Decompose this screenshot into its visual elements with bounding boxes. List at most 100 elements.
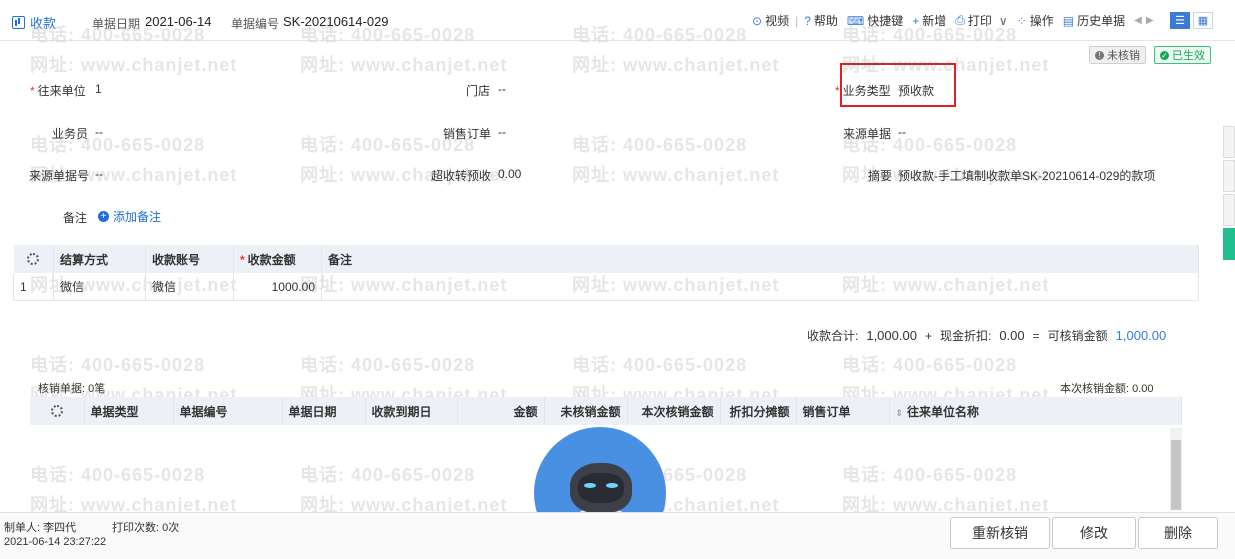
col-header[interactable]: ⇕ 往来单位名称	[889, 397, 1182, 425]
side-tab[interactable]	[1223, 126, 1235, 158]
operate-button[interactable]: ⁘ 操作	[1017, 12, 1054, 29]
add-note-button[interactable]: + 添加备注	[98, 208, 161, 225]
cell-method[interactable]: 微信	[53, 273, 146, 301]
created-timestamp: 2021-06-14 23:27:22	[4, 536, 107, 548]
watermark: 网址: www.chanjet.net	[572, 55, 780, 75]
note-label: 备注	[63, 211, 88, 225]
play-icon: ⊙	[752, 13, 763, 28]
partner-label: * 往来单位	[30, 84, 86, 98]
history-label: 历史单据	[1077, 14, 1126, 28]
operate-label: 操作	[1029, 14, 1054, 28]
chart-icon	[12, 15, 25, 29]
column-settings[interactable]	[13, 245, 54, 273]
history-button[interactable]: ▤ 历史单据	[1063, 12, 1125, 29]
col-header: 本次核销金额	[627, 397, 721, 425]
print-count: 打印次数: 0次	[112, 522, 180, 534]
col-header: 销售订单	[796, 397, 890, 425]
source-no-value[interactable]: --	[95, 167, 103, 181]
watermark: 网址: www.chanjet.net	[30, 55, 238, 75]
keyboard-icon: ⌨	[846, 13, 865, 28]
plus-circle-icon: +	[98, 211, 109, 222]
number-value: SK-20210614-029	[283, 14, 389, 29]
cell-amount[interactable]: 1000.00	[233, 273, 322, 301]
watermark: 电话: 400-665-0028	[300, 465, 476, 485]
top-bar: 收款 单据日期 2021-06-14 单据编号 SK-20210614-029 …	[0, 0, 1235, 41]
watermark: 电话: 400-665-0028	[30, 465, 206, 485]
watermark: 电话: 400-665-0028	[300, 355, 476, 375]
table-row[interactable]: 1 微信 微信 1000.00	[13, 273, 1199, 301]
check-icon: ✓	[1160, 50, 1169, 60]
col-header: 单据日期	[282, 397, 366, 425]
col-header: 结算方式	[53, 245, 146, 273]
source-no-label: 来源单据号	[29, 169, 90, 183]
col-header: 单据类型	[84, 397, 174, 425]
store-value[interactable]: --	[498, 82, 506, 96]
watermark: 电话: 400-665-0028	[842, 465, 1018, 485]
partner-value[interactable]: 1	[95, 82, 102, 96]
summary-value[interactable]: 预收款-手工填制收款单SK-20210614-029的款项	[898, 167, 1155, 184]
col-header: 折扣分摊额	[720, 397, 797, 425]
status-unverified-label: 未核销	[1107, 50, 1140, 62]
verifiable-value: 1,000.00	[1115, 328, 1167, 343]
tab-receipt[interactable]: 收款	[12, 10, 56, 34]
plus-icon: +	[912, 13, 920, 28]
next-arrow-icon[interactable]: ▶	[1146, 15, 1154, 26]
add-button[interactable]: + 新增	[912, 12, 946, 29]
col-header: 收款到期日	[365, 397, 458, 425]
biztype-value[interactable]: 预收款	[898, 82, 934, 99]
verify-this-amount: 本次核销金额: 0.00	[1060, 383, 1154, 395]
col-header: 单据编号	[173, 397, 283, 425]
card-view-icon[interactable]: ▦	[1193, 12, 1213, 29]
watermark: 电话: 400-665-0028	[30, 355, 206, 375]
maker-info: 制单人: 李四代	[4, 522, 77, 534]
overpay-value[interactable]: 0.00	[498, 167, 521, 181]
date-value: 2021-06-14	[145, 14, 212, 29]
print-button[interactable]: ⎙ 打印 ∨	[955, 12, 1007, 29]
grid-icon: ⁘	[1016, 13, 1027, 28]
help-button[interactable]: ? 帮助	[804, 12, 838, 29]
col-header: * 收款金额	[233, 245, 322, 273]
watermark: 电话: 400-665-0028	[572, 135, 748, 155]
verify-count: 核销单据: 0笔	[38, 383, 106, 395]
col-header: 未核销金额	[544, 397, 628, 425]
store-label: 门店	[466, 84, 491, 98]
salesman-label: 业务员	[52, 127, 89, 141]
scrollbar-thumb[interactable]	[1171, 440, 1181, 510]
video-button[interactable]: ⊙ 视频	[752, 12, 789, 29]
side-tab-active[interactable]	[1223, 228, 1235, 260]
source-doc-value[interactable]: --	[898, 125, 906, 139]
side-tab[interactable]	[1223, 160, 1235, 192]
col-header: 金额	[457, 397, 545, 425]
prev-arrow-icon[interactable]: ◀	[1134, 15, 1142, 26]
shortcut-label: 快捷键	[867, 14, 904, 28]
printer-icon: ⎙	[955, 13, 965, 27]
col-header: 收款账号	[145, 245, 234, 273]
shortcut-button[interactable]: ⌨ 快捷键	[847, 12, 903, 29]
sales-order-label: 销售订单	[443, 127, 492, 141]
sales-order-value[interactable]: --	[498, 125, 506, 139]
summary-label: 摘要	[868, 169, 893, 183]
reverify-button[interactable]: 重新核销	[950, 517, 1050, 549]
info-icon: !	[1095, 50, 1104, 60]
side-tab[interactable]	[1223, 194, 1235, 226]
gear-icon	[27, 253, 40, 265]
column-settings[interactable]	[30, 397, 85, 425]
cell-account[interactable]: 微信	[145, 273, 234, 301]
verifiable-label: 可核销金额	[1047, 329, 1108, 343]
discount-label: 现金折扣:	[939, 329, 992, 343]
document-icon: ▤	[1062, 13, 1075, 28]
received-value: 1,000.00	[866, 328, 917, 343]
col-header: 备注	[321, 245, 1199, 273]
watermark: 电话: 400-665-0028	[842, 355, 1018, 375]
number-label: 单据编号	[231, 17, 280, 31]
date-label: 单据日期	[92, 17, 141, 31]
delete-button[interactable]: 删除	[1138, 517, 1218, 549]
chevron-down-icon: ∨	[998, 13, 1008, 28]
modify-button[interactable]: 修改	[1052, 517, 1136, 549]
gear-icon	[50, 405, 63, 417]
equals-sign: =	[1032, 328, 1040, 343]
salesman-value[interactable]: --	[95, 125, 103, 139]
cell-note[interactable]	[321, 273, 1199, 301]
watermark: 网址: www.chanjet.net	[572, 165, 780, 185]
list-view-icon[interactable]: ☰	[1170, 12, 1190, 29]
